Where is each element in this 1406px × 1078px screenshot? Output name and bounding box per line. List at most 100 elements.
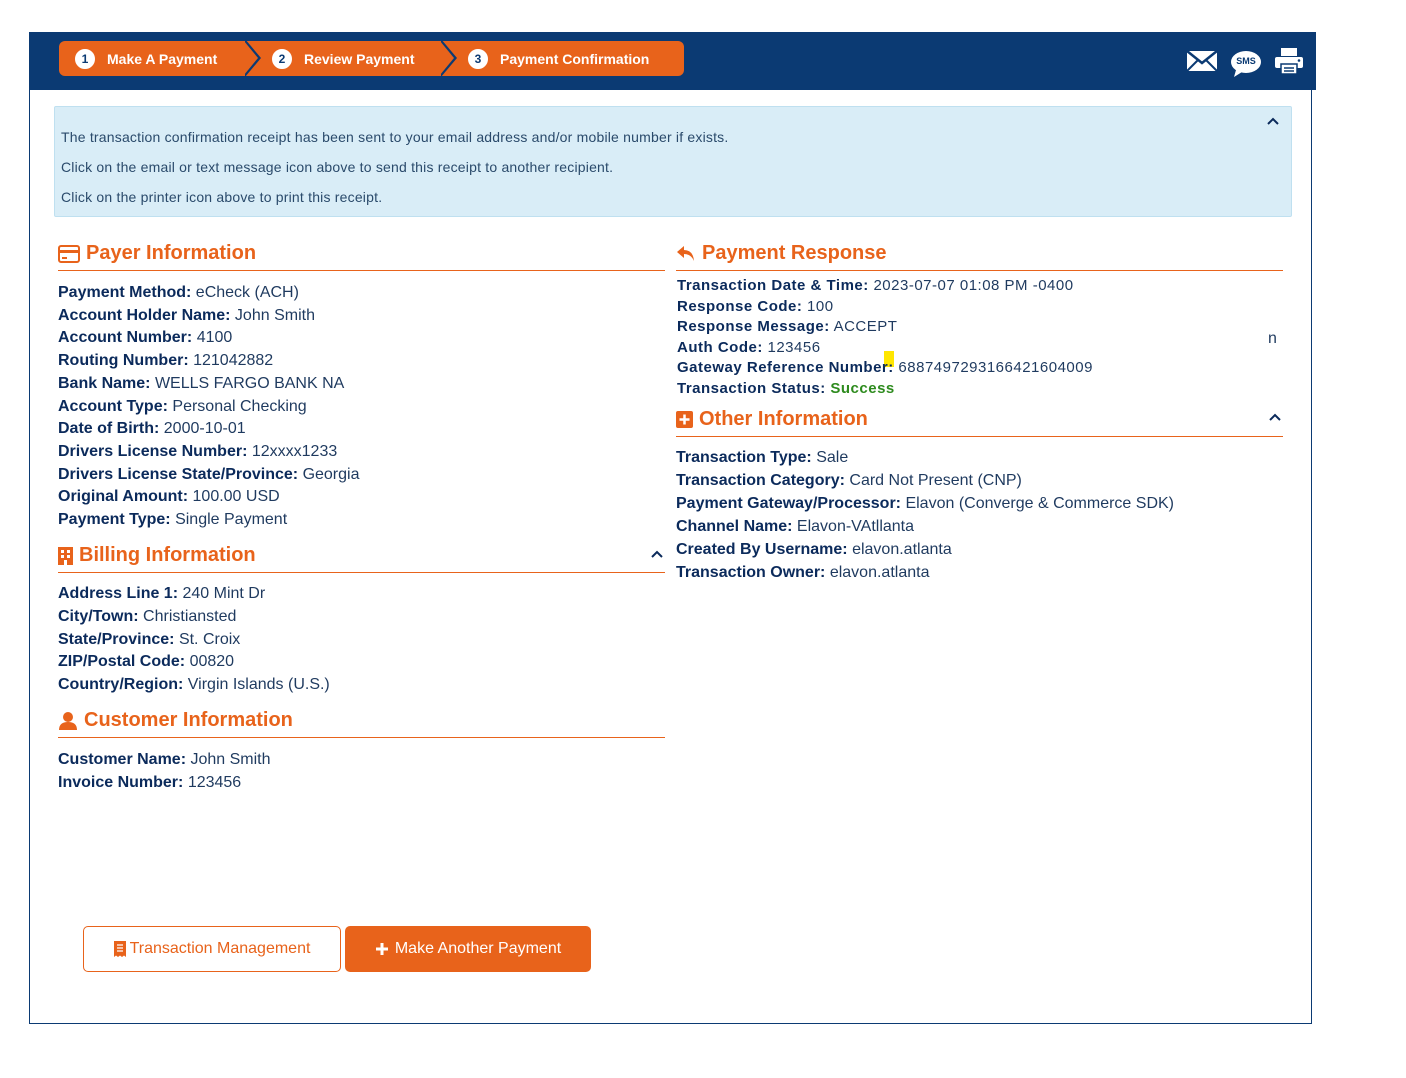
field-value: 100 <box>807 297 834 315</box>
divider <box>58 737 665 738</box>
field-row: Date of Birth: 2000-10-01 <box>58 420 246 438</box>
sms-icon[interactable]: SMS <box>1230 50 1262 78</box>
field-label: Original Amount: <box>58 488 189 506</box>
field-row: Account Type: Personal Checking <box>58 398 307 416</box>
field-value: Sale <box>816 449 849 466</box>
step-number: 1 <box>75 48 95 69</box>
field-value: Single Payment <box>175 511 288 528</box>
step-make-payment[interactable]: 1 Make A Payment <box>59 39 261 77</box>
field-label: Created By Username: <box>676 541 848 558</box>
divider <box>676 270 1283 271</box>
field-row: Transaction Date & Time: 2023-07-07 01:0… <box>677 277 1074 294</box>
field-label: City/Town: <box>58 607 139 625</box>
field-row: Response Code: 100 <box>677 298 834 315</box>
make-another-payment-button[interactable]: Make Another Payment <box>345 926 591 972</box>
field-label: Date of Birth: <box>58 420 160 438</box>
field-row: Original Amount: 100.00 USD <box>58 488 280 506</box>
field-label: Address Line 1: <box>58 585 179 602</box>
step-payment-confirmation[interactable]: 3 Payment Confirmation <box>440 41 684 76</box>
field-value: 12xxxx1233 <box>251 442 338 460</box>
field-row: Drivers License Number: 12xxxx1233 <box>58 443 337 461</box>
field-value: 6887497293166421604009 <box>898 359 1093 376</box>
field-row: Address Line 1: 240 Mint Dr <box>58 585 265 603</box>
field-label: Bank Name: <box>58 374 151 392</box>
field-value: 240 Mint Dr <box>182 585 266 602</box>
field-value: elavon.atlanta <box>852 541 952 558</box>
step-label: Payment Confirmation <box>500 50 650 67</box>
field-row: Gateway Reference Number: 68874972931664… <box>677 359 1093 376</box>
field-label: Account Number: <box>58 329 193 347</box>
field-value: Success <box>830 379 895 397</box>
collapse-chevron-icon[interactable] <box>1266 114 1280 128</box>
field-value: Elavon (Converge & Commerce SDK) <box>905 495 1174 512</box>
reply-icon <box>677 245 694 261</box>
field-row: City/Town: Christiansted <box>58 608 236 626</box>
payer-section-title: Payer Information <box>58 242 256 265</box>
field-row: Transaction Type: Sale <box>676 449 848 467</box>
field-row: Account Holder Name: John Smith <box>58 307 315 325</box>
plus-icon <box>375 943 388 955</box>
field-value: John Smith <box>190 751 271 768</box>
field-value: WELLS FARGO BANK NA <box>154 374 345 392</box>
field-label: Transaction Owner: <box>676 564 826 581</box>
billing-section-title: Billing Information <box>58 544 256 567</box>
field-row: Transaction Category: Card Not Present (… <box>676 472 1022 490</box>
field-value: ACCEPT <box>833 318 898 335</box>
step-review-payment[interactable]: 2 Review Payment <box>244 39 457 77</box>
field-value: 121042882 <box>193 352 274 370</box>
field-value: 100.00 USD <box>192 488 280 506</box>
email-icon[interactable] <box>1186 49 1218 78</box>
stray-text: n <box>1268 330 1277 347</box>
plus-square-icon <box>676 411 693 428</box>
field-label: Channel Name: <box>676 518 793 535</box>
field-label: Drivers License State/Province: <box>58 465 299 483</box>
field-row: Payment Gateway/Processor: Elavon (Conve… <box>676 495 1174 513</box>
alert-line: Click on the email or text message icon … <box>61 159 614 175</box>
confirmation-alert: The transaction confirmation receipt has… <box>54 106 1292 217</box>
collapse-chevron-icon[interactable] <box>1268 410 1282 424</box>
field-row: Response Message: ACCEPT <box>677 318 897 335</box>
user-icon <box>59 711 77 730</box>
receipt-icon <box>113 941 126 957</box>
alert-line: Click on the printer icon above to print… <box>61 189 383 205</box>
printer-icon[interactable] <box>1274 47 1304 80</box>
field-value: St. Croix <box>178 630 241 648</box>
field-value: 2023-07-07 01:08 PM -0400 <box>873 277 1074 294</box>
customer-section-title: Customer Information <box>58 709 293 732</box>
field-row: Channel Name: Elavon-VAtllanta <box>676 518 914 536</box>
field-label: Account Holder Name: <box>58 306 231 324</box>
field-value: Card Not Present (CNP) <box>849 472 1022 489</box>
field-value: eCheck (ACH) <box>195 284 299 301</box>
field-label: Transaction Type: <box>676 449 812 466</box>
collapse-chevron-icon[interactable] <box>650 547 664 561</box>
field-value: Personal Checking <box>172 397 307 415</box>
step-label: Review Payment <box>304 50 415 67</box>
field-row: Payment Type: Single Payment <box>58 511 287 529</box>
button-label: Transaction Management <box>129 940 311 957</box>
response-section-title: Payment Response <box>676 242 887 265</box>
building-icon <box>58 546 73 565</box>
receipt-tools: SMS <box>1186 47 1304 80</box>
field-row: Invoice Number: 123456 <box>58 774 241 792</box>
button-label: Make Another Payment <box>394 940 562 957</box>
field-value: 00820 <box>189 653 235 671</box>
field-row: ZIP/Postal Code: 00820 <box>58 653 234 671</box>
field-row: Transaction Status: Success <box>677 380 895 397</box>
sms-label: SMS <box>1236 55 1256 66</box>
field-value: John Smith <box>234 306 315 324</box>
field-row: Payment Method: eCheck (ACH) <box>58 284 299 302</box>
field-row: Country/Region: Virgin Islands (U.S.) <box>58 676 330 694</box>
field-value: Elavon-VAtllanta <box>796 518 915 535</box>
transaction-management-button[interactable]: Transaction Management <box>83 926 341 972</box>
field-value: elavon.atlanta <box>829 564 930 581</box>
alert-line: The transaction confirmation receipt has… <box>61 129 729 145</box>
field-row: State/Province: St. Croix <box>58 631 240 649</box>
step-label: Make A Payment <box>107 50 218 67</box>
field-label: Country/Region: <box>58 676 184 694</box>
field-value: 123456 <box>187 774 242 791</box>
divider <box>58 270 665 271</box>
field-row: Drivers License State/Province: Georgia <box>58 466 359 484</box>
field-label: Payment Gateway/Processor: <box>676 495 901 512</box>
field-value: 123456 <box>767 338 821 356</box>
field-row: Bank Name: WELLS FARGO BANK NA <box>58 375 344 393</box>
